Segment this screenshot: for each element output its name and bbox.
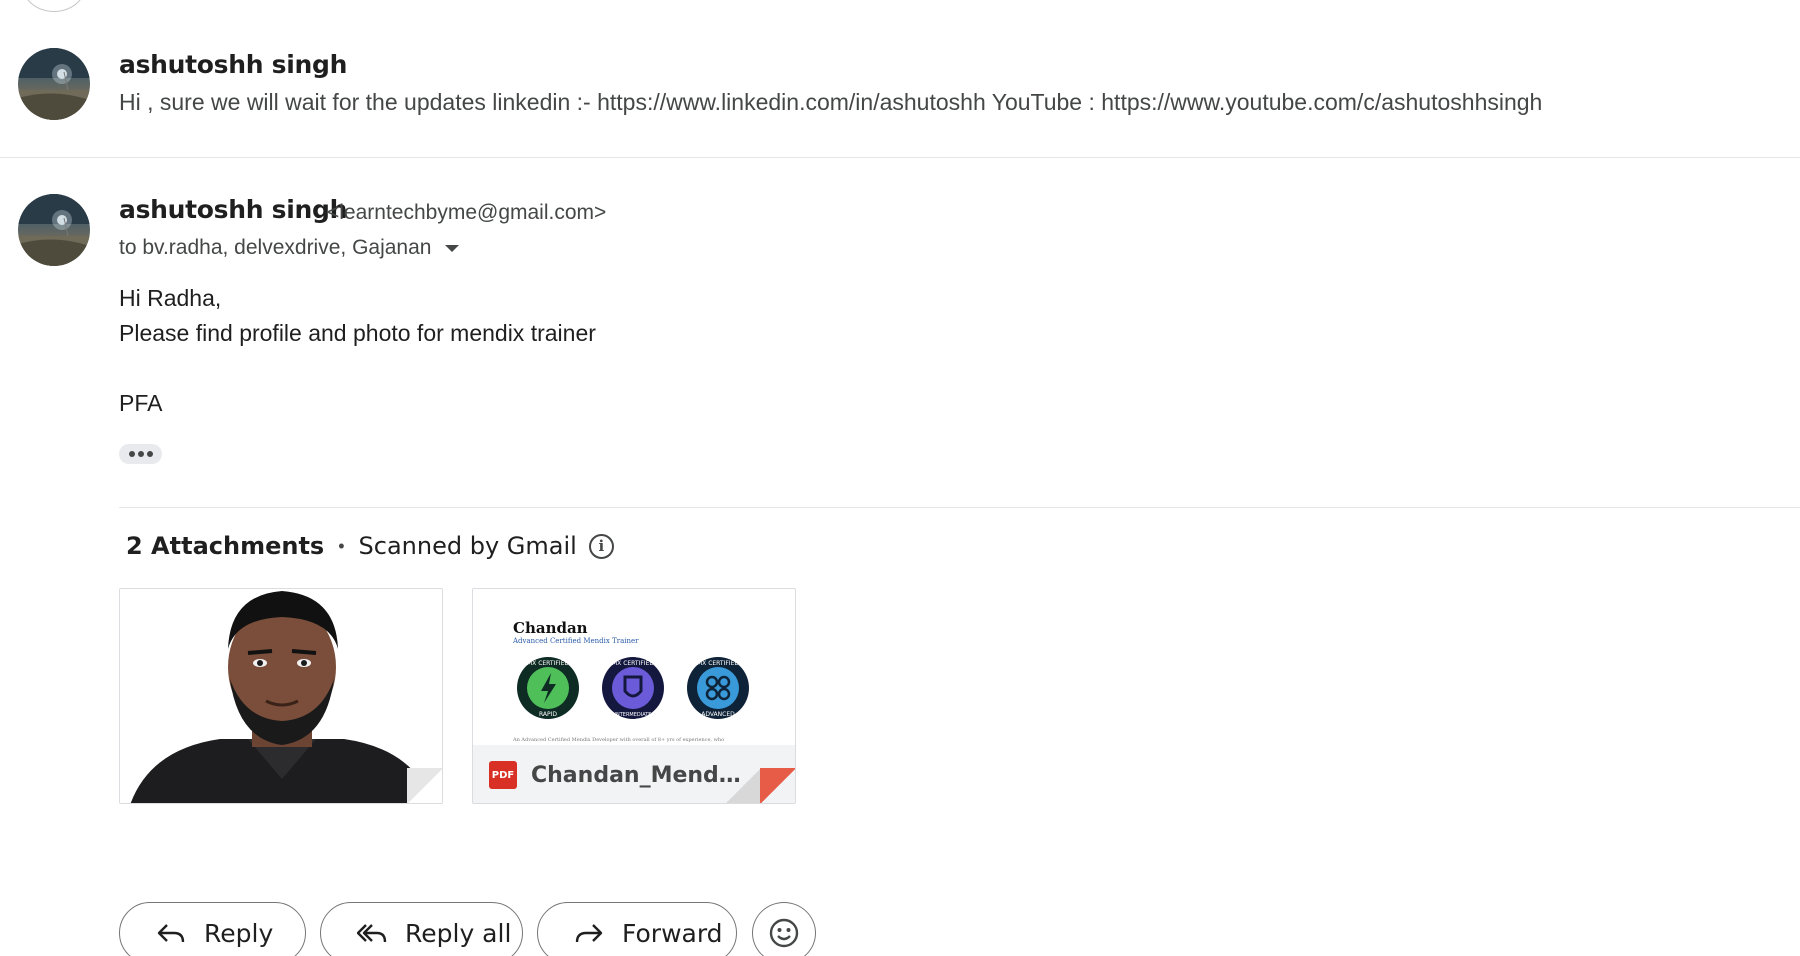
email-thread: ashutoshh singh Hi , sure we will wait f…	[0, 0, 1800, 956]
avatar[interactable]	[18, 48, 90, 120]
reply-label: Reply	[204, 918, 274, 948]
attachment-photo[interactable]	[119, 588, 443, 804]
forward-label: Forward	[622, 918, 723, 948]
show-details-dropdown-icon[interactable]	[445, 244, 460, 252]
pdf-preview: Chandan Advanced Certified Mendix Traine…	[473, 589, 795, 745]
divider	[0, 157, 1800, 158]
page-fold	[407, 768, 442, 803]
recipients-line: to bv.radha, delvexdrive, Gajanan	[119, 236, 460, 260]
pdf-preview-subtitle: Advanced Certified Mendix Trainer	[513, 637, 639, 645]
smiley-icon	[769, 918, 799, 948]
forward-button[interactable]: Forward	[537, 902, 737, 956]
sender-name[interactable]: ashutoshh singh	[119, 195, 347, 224]
certification-badges: MX CERTIFIED RAPID MX CERTIFIED INTERMED…	[517, 657, 749, 719]
badge-intermediate-icon: MX CERTIFIED INTERMEDIATE	[602, 657, 664, 719]
show-trimmed-content-button[interactable]	[119, 444, 162, 464]
reply-icon	[157, 924, 185, 943]
scanned-label: Scanned by Gmail	[358, 532, 577, 560]
recipients-text: to bv.radha, delvexdrive, Gajanan	[119, 236, 432, 259]
dot-icon	[137, 451, 144, 457]
attachments-divider	[119, 507, 1800, 508]
separator-dot: •	[338, 535, 345, 556]
emoji-reaction-button[interactable]	[752, 902, 816, 956]
badge-advanced-top: MX CERTIFIED	[697, 660, 739, 667]
attachments-count: 2 Attachments	[126, 532, 325, 560]
attachments-header: 2 Attachments • Scanned by Gmail i	[126, 532, 614, 560]
message-snippet: Hi , sure we will wait for the updates l…	[119, 89, 1543, 115]
reply-all-button[interactable]: Reply all	[320, 902, 523, 956]
reply-button[interactable]: Reply	[119, 902, 306, 956]
sender-name: ashutoshh singh	[119, 50, 348, 79]
badge-rapid-bottom: RAPID	[539, 711, 557, 718]
avatar[interactable]	[18, 194, 90, 266]
badge-intermediate-top: MX CERTIFIED	[612, 660, 654, 667]
badge-advanced-bottom: ADVANCED	[701, 711, 735, 718]
reply-all-icon	[357, 924, 387, 943]
body-greeting: Hi Radha,	[119, 285, 222, 311]
page-fold	[760, 768, 795, 803]
reply-all-label: Reply all	[405, 918, 512, 948]
person-photo	[120, 589, 442, 803]
dot-icon	[128, 451, 135, 457]
page-fold-shadow	[725, 768, 761, 803]
info-icon[interactable]: i	[588, 533, 614, 559]
pdf-file-icon: PDF	[489, 761, 517, 789]
pdf-preview-footer: An Advanced Certified Mendix Developer w…	[513, 737, 725, 743]
badge-rapid-icon: MX CERTIFIED RAPID	[517, 657, 579, 719]
dot-icon	[146, 451, 153, 457]
body-pfa: PFA	[119, 390, 163, 416]
collapsed-message[interactable]: ashutoshh singh Hi , sure we will wait f…	[0, 40, 1800, 158]
badge-intermediate-bottom: INTERMEDIATE	[615, 712, 652, 718]
attachment-pdf[interactable]: Chandan Advanced Certified Mendix Traine…	[472, 588, 796, 804]
pdf-filename: Chandan_Mendix...	[531, 762, 741, 788]
badge-rapid-top: MX CERTIFIED	[527, 660, 569, 667]
body-text: Please find profile and photo for mendix…	[119, 320, 596, 346]
previous-avatar[interactable]	[22, 0, 86, 12]
forward-icon	[575, 924, 603, 943]
sender-email: <learntechbyme@gmail.com>	[327, 201, 607, 224]
pdf-preview-name: Chandan	[513, 619, 588, 637]
badge-advanced-icon: MX CERTIFIED ADVANCED	[687, 657, 749, 719]
